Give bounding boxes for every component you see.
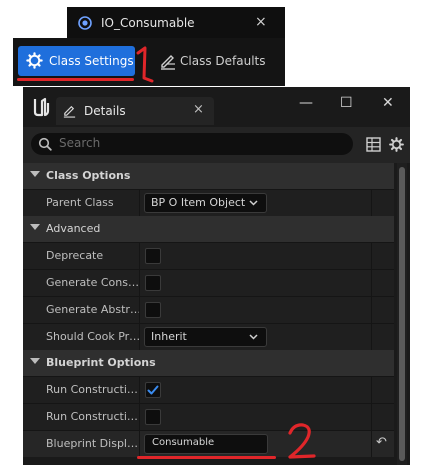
- property-row-generate-abstr: Generate Abstr…: [23, 296, 394, 323]
- search-input[interactable]: Search: [31, 133, 353, 155]
- property-matrix-icon[interactable]: [366, 137, 381, 152]
- class-settings-button[interactable]: Class Settings: [18, 46, 135, 76]
- column-divider[interactable]: [139, 404, 140, 430]
- property-row-run-construction-1: Run Constructi…: [23, 376, 394, 403]
- property-row-parent-class: Parent Class BP O Item Object: [23, 189, 394, 216]
- annotation-underline-1: [17, 78, 134, 81]
- annotation-1-glyph: [136, 46, 154, 83]
- annotation-number-2: 2: [284, 421, 318, 463]
- search-placeholder: Search: [59, 136, 101, 150]
- column-divider: [371, 190, 372, 216]
- asset-tab[interactable]: IO_Consumable ×: [67, 7, 285, 39]
- class-defaults-button[interactable]: Class Defaults: [155, 46, 285, 76]
- expand-arrow-icon: [30, 224, 40, 230]
- property-name: Run Constructi…: [46, 383, 138, 396]
- should-cook-value: Inherit: [151, 330, 187, 343]
- property-name: Parent Class: [46, 196, 114, 209]
- search-row: Search: [23, 127, 410, 163]
- parent-class-dropdown[interactable]: BP O Item Object: [144, 193, 267, 213]
- column-divider[interactable]: [139, 270, 140, 296]
- property-name: Deprecate: [46, 249, 104, 262]
- annotation-number-1: 1: [134, 44, 156, 88]
- reset-to-default-icon[interactable]: ↶: [376, 435, 387, 450]
- pencil-icon: [63, 105, 76, 118]
- column-divider: [371, 431, 372, 457]
- blueprint-display-name-value: Consumable: [152, 437, 215, 448]
- category-blueprint-options[interactable]: Blueprint Options: [23, 350, 394, 376]
- details-tab[interactable]: Details ×: [56, 97, 214, 125]
- run-construction-checkbox-checked[interactable]: [145, 382, 161, 398]
- scrollbar-thumb[interactable]: [399, 167, 405, 461]
- property-row-deprecate: Deprecate: [23, 242, 394, 269]
- generate-const-checkbox[interactable]: [145, 275, 161, 291]
- settings-gear-icon[interactable]: [389, 137, 404, 152]
- blueprint-display-name-input[interactable]: Consumable: [144, 434, 268, 454]
- details-titlebar: Details × — ☐ ✕: [23, 87, 410, 127]
- column-divider: [371, 243, 372, 269]
- close-window-icon[interactable]: ✕: [382, 95, 394, 111]
- column-divider: [371, 324, 372, 350]
- class-defaults-label: Class Defaults: [180, 54, 266, 68]
- column-divider[interactable]: [139, 377, 140, 403]
- category-label: Advanced: [46, 222, 101, 235]
- property-row-should-cook: Should Cook Pr… Inherit: [23, 323, 394, 350]
- class-settings-label: Class Settings: [49, 54, 134, 68]
- expand-arrow-icon: [30, 358, 40, 364]
- property-name: Should Cook Pr…: [46, 330, 141, 343]
- annotation-underline-2: [137, 456, 276, 459]
- property-list: Class Options Parent Class BP O Item Obj…: [23, 163, 394, 465]
- should-cook-dropdown[interactable]: Inherit: [144, 327, 267, 347]
- deprecate-checkbox[interactable]: [145, 248, 161, 264]
- annotation-1-text: 1: [134, 44, 135, 45]
- checkmark-icon: [147, 385, 159, 395]
- column-divider[interactable]: [139, 324, 140, 350]
- run-construction-checkbox[interactable]: [145, 409, 161, 425]
- expand-arrow-icon: [30, 171, 40, 177]
- column-divider: [371, 270, 372, 296]
- column-divider: [371, 404, 372, 430]
- details-panel: Details × — ☐ ✕ Search Class Options Par…: [23, 87, 410, 465]
- category-class-options[interactable]: Class Options: [23, 163, 394, 189]
- property-name: Run Constructi…: [46, 410, 138, 423]
- property-name: Blueprint Displ…: [46, 437, 138, 450]
- maximize-icon[interactable]: ☐: [340, 95, 353, 111]
- annotation-2-text: 2: [284, 421, 285, 422]
- column-divider[interactable]: [139, 297, 140, 323]
- property-name: Generate Cons…: [46, 276, 139, 289]
- column-divider[interactable]: [139, 243, 140, 269]
- unreal-logo-icon: [33, 97, 50, 117]
- category-advanced[interactable]: Advanced: [23, 216, 394, 242]
- asset-tab-close-icon[interactable]: ×: [255, 14, 267, 30]
- property-row-blueprint-display: Blueprint Displ… Consumable ↶: [23, 430, 394, 457]
- blueprint-icon: [78, 16, 92, 30]
- minimize-icon[interactable]: —: [299, 95, 313, 111]
- chevron-down-icon: [249, 200, 258, 206]
- asset-tab-title: IO_Consumable: [101, 16, 195, 30]
- chevron-down-icon: [249, 334, 258, 340]
- gear-icon: [26, 52, 43, 69]
- details-tab-close-icon[interactable]: ×: [193, 102, 204, 117]
- details-tab-label: Details: [84, 104, 126, 118]
- column-divider[interactable]: [139, 190, 140, 216]
- column-divider: [371, 297, 372, 323]
- category-label: Class Options: [46, 169, 131, 182]
- category-label: Blueprint Options: [46, 356, 156, 369]
- property-row-run-construction-2: Run Constructi…: [23, 403, 394, 430]
- generate-abstract-checkbox[interactable]: [145, 302, 161, 318]
- search-icon: [38, 137, 52, 151]
- annotation-2-glyph: [288, 423, 316, 459]
- property-row-generate-cons: Generate Cons…: [23, 269, 394, 296]
- edit-defaults-icon: [161, 55, 175, 70]
- property-name: Generate Abstr…: [46, 303, 141, 316]
- details-scrollbar[interactable]: [397, 163, 407, 465]
- parent-class-value: BP O Item Object: [151, 196, 246, 209]
- column-divider[interactable]: [139, 431, 140, 457]
- column-divider: [371, 377, 372, 403]
